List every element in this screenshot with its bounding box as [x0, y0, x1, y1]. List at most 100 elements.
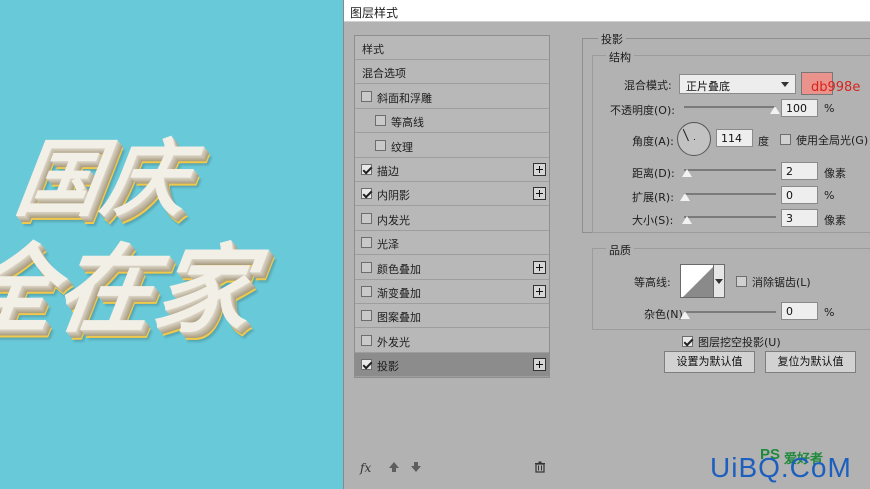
style-item[interactable]: 外发光 [355, 329, 549, 353]
spread-input[interactable]: 0 [781, 186, 818, 204]
fx-button[interactable]: fx [360, 461, 371, 475]
style-item-label: 等高线 [391, 116, 424, 130]
angle-dial-center [694, 139, 695, 140]
arrow-down-icon[interactable] [410, 461, 422, 476]
style-item[interactable]: 描边 [355, 158, 549, 182]
style-list-footer: fx [354, 455, 550, 481]
style-item-checkbox[interactable] [375, 115, 386, 127]
angle-label: 角度(A): [632, 135, 674, 148]
blend-mode-value: 正片叠底 [686, 80, 730, 93]
style-item-checkbox[interactable] [361, 188, 372, 200]
style-item-label: 投影 [377, 360, 399, 374]
style-item-checkbox[interactable] [361, 261, 372, 273]
noise-input[interactable]: 0 [781, 302, 818, 320]
dialog-title: 图层样式 [350, 6, 399, 20]
distance-slider-track[interactable] [684, 169, 776, 171]
size-unit: 像素 [824, 214, 846, 227]
style-item-label: 样式 [362, 43, 384, 56]
distance-input[interactable]: 2 [781, 162, 818, 180]
reset-default-button[interactable]: 复位为默认值 [765, 351, 856, 373]
style-item-checkbox[interactable] [361, 212, 372, 224]
anti-alias-label: 消除锯齿(L) [752, 276, 811, 289]
style-item-checkbox[interactable] [361, 359, 372, 371]
spread-slider-track[interactable] [684, 193, 776, 195]
noise-unit: % [824, 306, 835, 319]
contour-preview[interactable] [680, 264, 714, 298]
angle-input[interactable]: 114 [716, 129, 753, 147]
chevron-down-icon [781, 82, 789, 87]
size-slider-track[interactable] [684, 216, 776, 218]
style-item-checkbox[interactable] [361, 90, 372, 102]
knockout-checkbox[interactable] [682, 336, 693, 347]
contour-linear-icon [683, 267, 713, 297]
style-item[interactable]: 渐变叠加 [355, 280, 549, 304]
style-item-checkbox[interactable] [361, 310, 372, 322]
distance-slider-thumb[interactable] [681, 168, 693, 178]
style-item-label: 内阴影 [377, 189, 410, 203]
arrow-up-icon[interactable] [388, 461, 400, 476]
style-item-checkbox[interactable] [375, 139, 386, 151]
spread-label: 扩展(R): [632, 191, 674, 204]
opacity-input[interactable]: 100 [781, 99, 818, 117]
add-effect-icon[interactable] [533, 163, 546, 176]
add-effect-icon[interactable] [533, 285, 546, 298]
watermark: PS 爱好者 UiBQ.CoM [700, 446, 870, 489]
style-item-checkbox[interactable] [361, 334, 372, 346]
global-light-checkbox[interactable] [780, 134, 791, 145]
style-item-checkbox[interactable] [361, 237, 372, 249]
style-item[interactable]: 样式 [355, 36, 549, 60]
style-item[interactable]: 纹理 [355, 134, 549, 158]
dialog-titlebar[interactable]: 图层样式 [344, 0, 870, 22]
chevron-down-icon [715, 279, 723, 284]
distance-label: 距离(D): [632, 167, 675, 180]
quality-title: 品质 [606, 242, 634, 258]
add-effect-icon[interactable] [533, 260, 546, 274]
style-item[interactable]: 斜面和浮雕 [355, 85, 549, 109]
style-item-label: 颜色叠加 [377, 262, 421, 276]
style-item-label: 内发光 [377, 213, 410, 227]
knockout-label: 图层挖空投影(U) [698, 336, 781, 349]
noise-slider-thumb[interactable] [679, 310, 691, 320]
add-effect-icon[interactable] [533, 358, 546, 372]
opacity-slider-thumb[interactable] [769, 105, 781, 115]
blend-mode-select[interactable]: 正片叠底 [679, 74, 796, 94]
style-item[interactable]: 混合选项 [355, 60, 549, 85]
contour-dropdown[interactable] [714, 264, 725, 298]
style-item-label: 外发光 [377, 335, 410, 349]
size-slider-thumb[interactable] [681, 215, 693, 225]
opacity-slider-track[interactable] [684, 106, 776, 108]
opacity-unit: % [824, 102, 835, 115]
style-item-label: 纹理 [391, 140, 413, 154]
spread-slider-thumb[interactable] [679, 192, 691, 202]
angle-dial-needle [682, 128, 689, 142]
anti-alias-checkbox[interactable] [736, 276, 747, 287]
trash-icon[interactable] [534, 461, 546, 476]
size-input[interactable]: 3 [781, 209, 818, 227]
style-item[interactable]: 内阴影 [355, 182, 549, 207]
style-item[interactable]: 等高线 [355, 109, 549, 134]
style-item-label: 描边 [377, 165, 399, 178]
style-item-label: 渐变叠加 [377, 287, 421, 300]
style-item[interactable]: 颜色叠加 [355, 256, 549, 280]
style-item[interactable]: 光泽 [355, 231, 549, 256]
canvas-preview: 国庆 全在家 [0, 0, 343, 489]
angle-unit: 度 [758, 135, 769, 148]
style-item-checkbox[interactable] [361, 164, 372, 175]
color-hex-label: db998e [811, 80, 861, 95]
style-item[interactable]: 投影 [355, 353, 549, 378]
add-effect-icon[interactable] [533, 187, 546, 201]
style-item-checkbox[interactable] [361, 286, 372, 297]
drop-shadow-section-title: 投影 [598, 31, 626, 47]
angle-dial[interactable] [677, 122, 711, 156]
set-default-button[interactable]: 设置为默认值 [664, 351, 755, 373]
style-item-label: 光泽 [377, 238, 399, 252]
watermark-main: UiBQ.CoM [710, 452, 852, 483]
layer-style-dialog: 图层样式 样式混合选项斜面和浮雕等高线纹理描边内阴影内发光光泽颜色叠加渐变叠加图… [343, 0, 870, 489]
style-item[interactable]: 图案叠加 [355, 304, 549, 329]
blend-mode-label: 混合模式: [624, 79, 672, 92]
spread-unit: % [824, 189, 835, 202]
contour-label: 等高线: [634, 276, 671, 289]
style-item[interactable]: 内发光 [355, 207, 549, 231]
style-item-label: 混合选项 [362, 67, 406, 81]
noise-slider-track[interactable] [684, 311, 776, 313]
